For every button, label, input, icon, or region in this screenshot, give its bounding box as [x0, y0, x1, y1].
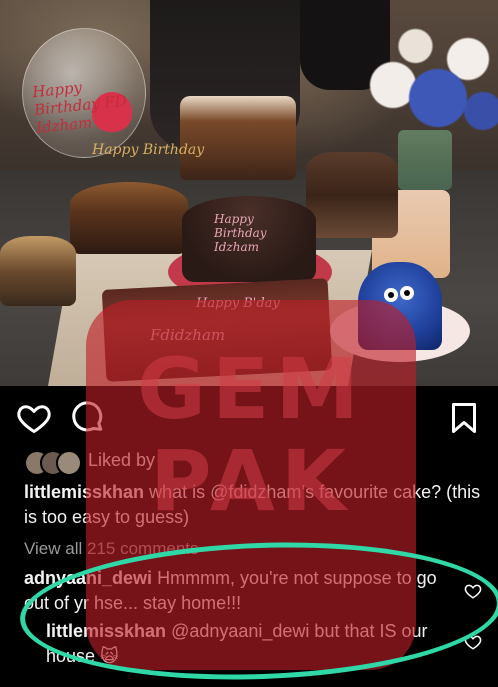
layer-cake: [306, 152, 398, 238]
cake-name-text: Fdidzham: [150, 326, 226, 344]
cookie-monster-cake: [358, 262, 442, 350]
cheesecake: [0, 236, 76, 306]
eye-decoration: [384, 288, 398, 302]
liked-by-text[interactable]: Liked by: [88, 450, 155, 471]
avatar: [56, 450, 82, 476]
comment-item: adnyaani_dewi Hmmmm, you're not suppose …: [24, 566, 444, 616]
comment-bubble-icon[interactable]: [70, 400, 106, 436]
vase: [398, 130, 452, 190]
comment-username[interactable]: adnyaani_dewi: [24, 568, 152, 588]
cake-topper-text: Happy Birthday: [92, 142, 205, 158]
drip-cake: [180, 96, 296, 180]
cake-plaque-text: Happy Birthday Idzham: [214, 212, 267, 254]
post-caption: littlemisskhan what is @fdidzham’s favou…: [24, 480, 484, 530]
heart-outline-icon[interactable]: [16, 400, 52, 436]
post-photo[interactable]: Happy Birthday FD Idzham Happy Birthday …: [0, 0, 498, 386]
chocolate-cake: [70, 182, 188, 254]
likes-row[interactable]: Liked by: [0, 448, 498, 476]
eye-decoration: [400, 286, 414, 300]
view-all-comments-link[interactable]: View all 215 comments: [24, 539, 199, 559]
liked-by-avatars: [24, 450, 86, 476]
post-action-bar: [0, 386, 498, 448]
cake-greeting-text: Happy B'day: [196, 296, 280, 311]
reply-item: littlemisskhan @adnyaani_dewi but that I…: [46, 619, 446, 669]
bookmark-icon[interactable]: [446, 400, 482, 436]
comment-username[interactable]: littlemisskhan: [46, 621, 166, 641]
comment-like-heart-icon[interactable]: [464, 582, 482, 600]
balloon-text: Happy Birthday FD Idzham: [31, 78, 128, 138]
comment-like-heart-icon[interactable]: [464, 633, 482, 651]
caption-username[interactable]: littlemisskhan: [24, 482, 144, 502]
